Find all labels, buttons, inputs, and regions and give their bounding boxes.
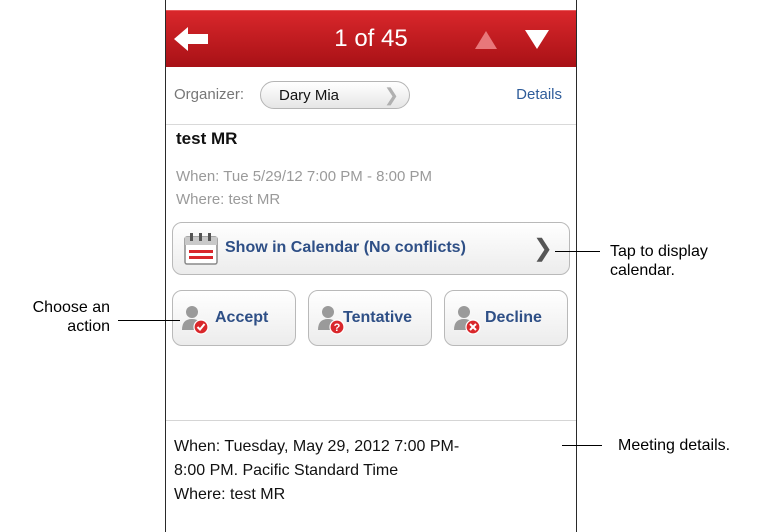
callout-line	[118, 320, 180, 321]
callout-text: calendar.	[610, 262, 675, 279]
callout-text: Choose an	[32, 299, 110, 316]
callout-line	[562, 445, 602, 446]
meeting-where: Where: test MR	[176, 191, 281, 208]
svg-text:?: ?	[334, 322, 341, 334]
organizer-button[interactable]: Dary Mia ❯	[260, 81, 410, 109]
callout-text: Tap to display	[610, 243, 708, 260]
show-in-calendar-label: Show in Calendar (No conflicts)	[225, 239, 466, 256]
accept-label: Accept	[215, 309, 269, 326]
back-arrow-icon[interactable]	[172, 24, 212, 54]
down-arrow-icon[interactable]	[524, 27, 550, 51]
divider	[166, 420, 576, 421]
navigation-bar: 1 of 45	[166, 10, 576, 67]
person-x-icon	[454, 306, 481, 335]
decline-label: Decline	[485, 309, 542, 326]
details-text-line: When: Tuesday, May 29, 2012 7:00 PM-	[174, 438, 460, 455]
callout-calendar: Tap to display calendar.	[610, 242, 708, 280]
person-question-icon: ?	[318, 306, 345, 335]
tentative-button[interactable]: ? Tentative	[308, 290, 432, 346]
callout-details: Meeting details.	[618, 437, 731, 454]
accept-button[interactable]: Accept	[172, 290, 296, 346]
details-text-line: 8:00 PM. Pacific Standard Time	[174, 462, 399, 479]
chevron-right-icon: ❯	[383, 85, 399, 105]
organizer-label: Organizer:	[174, 86, 245, 103]
message-counter: 1 of 45	[334, 25, 408, 52]
details-link[interactable]: Details	[516, 86, 562, 103]
phone-screen: 1 of 45 Organizer: Dary Mia ❯ Details te…	[165, 0, 577, 532]
show-in-calendar-button[interactable]: Show in Calendar (No conflicts) ❯	[172, 222, 570, 275]
callout-line	[555, 251, 600, 252]
callout-action: Choose an action	[20, 298, 110, 336]
calendar-icon	[184, 233, 218, 265]
chevron-right-icon: ❯	[532, 235, 553, 262]
meeting-subject: test MR	[176, 129, 238, 148]
meeting-when: When: Tue 5/29/12 7:00 PM - 8:00 PM	[176, 168, 432, 185]
decline-button[interactable]: Decline	[444, 290, 568, 346]
organizer-row: Organizer: Dary Mia ❯ Details	[166, 66, 576, 125]
details-text-line: Where: test MR	[174, 486, 286, 503]
callout-text: action	[67, 318, 110, 335]
up-arrow-icon[interactable]	[474, 29, 498, 51]
tentative-label: Tentative	[343, 309, 413, 326]
organizer-name: Dary Mia	[279, 87, 340, 104]
person-check-icon	[182, 306, 209, 335]
